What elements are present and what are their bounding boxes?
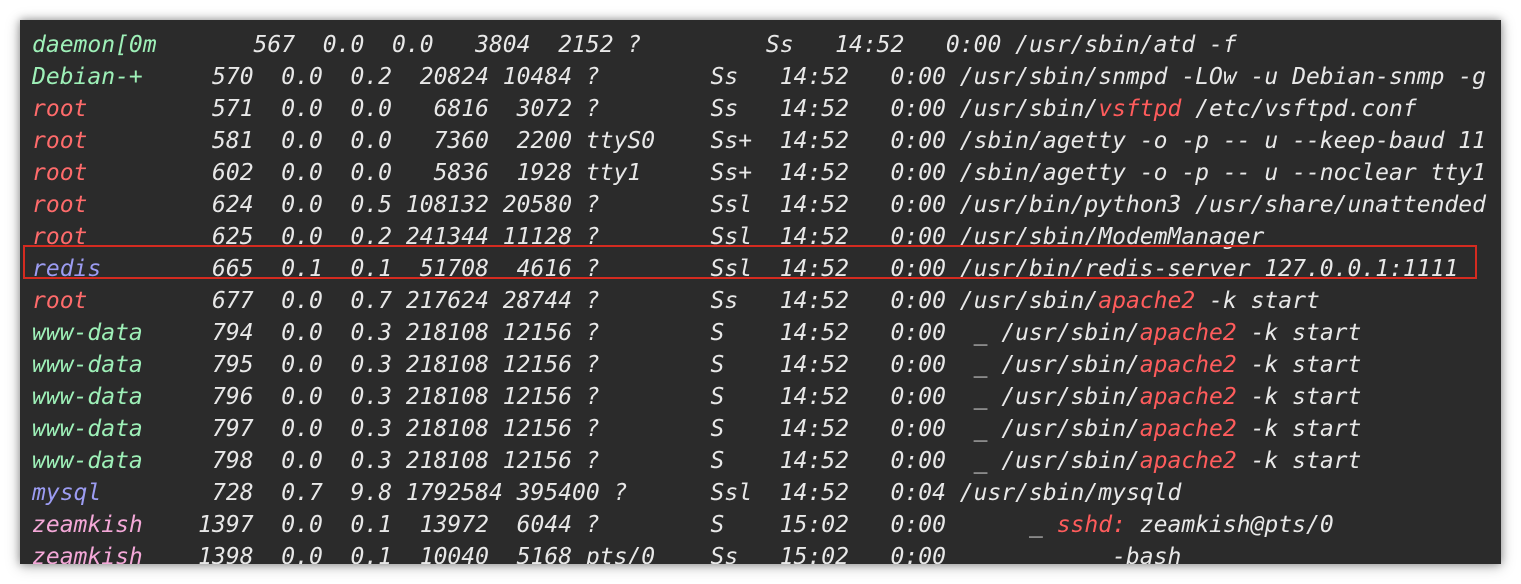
command-highlight: apache2: [1139, 448, 1237, 474]
command-prefix: /usr/sbin/: [1001, 320, 1140, 346]
command-highlight: apache2: [1139, 416, 1237, 442]
process-fields: 794 0.0 0.3 218108 12156 ? S 14:52 0:00 …: [142, 320, 1002, 346]
command-highlight: apache2: [1139, 352, 1237, 378]
process-fields: 795 0.0 0.3 218108 12156 ? S 14:52 0:00 …: [142, 352, 1002, 378]
process-fields: 570 0.0 0.2 20824 10484 ? Ss 14:52 0:00 …: [142, 64, 1486, 90]
process-row: root 602 0.0 0.0 5836 1928 tty1 Ss+ 14:5…: [32, 157, 1486, 189]
process-user: www-data: [32, 352, 143, 378]
process-user: www-data: [32, 448, 143, 474]
process-row: root 581 0.0 0.0 7360 2200 ttyS0 Ss+ 14:…: [32, 125, 1486, 157]
terminal-window[interactable]: daemon[0m 567 0.0 0.0 3804 2152 ? Ss 14:…: [20, 20, 1501, 564]
process-row: www-data 796 0.0 0.3 218108 12156 ? S 14…: [32, 381, 1486, 413]
process-user: root: [32, 128, 88, 154]
process-fields: 1398 0.0 0.1 10040 5168 pts/0 Ss 15:02 0…: [142, 544, 1182, 564]
command-prefix: /usr/sbin/: [959, 96, 1099, 122]
process-row: Debian-+ 570 0.0 0.2 20824 10484 ? Ss 14…: [32, 61, 1486, 93]
process-fields: 797 0.0 0.3 218108 12156 ? S 14:52 0:00 …: [142, 416, 1002, 442]
process-row: www-data 798 0.0 0.3 218108 12156 ? S 14…: [32, 445, 1486, 477]
process-row: root 625 0.0 0.2 241344 11128 ? Ssl 14:5…: [32, 221, 1486, 253]
process-row: redis 665 0.1 0.1 51708 4616 ? Ssl 14:52…: [32, 253, 1486, 285]
process-fields: 581 0.0 0.0 7360 2200 ttyS0 Ss+ 14:52 0:…: [87, 128, 1486, 154]
command-highlight: apache2: [1139, 384, 1237, 410]
process-row: daemon[0m 567 0.0 0.0 3804 2152 ? Ss 14:…: [32, 29, 1486, 61]
command-suffix: -k start: [1236, 384, 1362, 410]
process-row: root 677 0.0 0.7 217624 28744 ? Ss 14:52…: [32, 285, 1486, 317]
command-suffix: -k start: [1236, 320, 1362, 346]
process-row: root 624 0.0 0.5 108132 20580 ? Ssl 14:5…: [32, 189, 1486, 221]
process-fields: 796 0.0 0.3 218108 12156 ? S 14:52 0:00 …: [142, 384, 1002, 410]
command-highlight: vsftpd: [1098, 96, 1182, 122]
process-user: Debian-+: [32, 64, 143, 90]
command-suffix: zeamkish@pts/0: [1125, 512, 1334, 538]
process-user: root: [32, 224, 88, 250]
process-fields: 665 0.1 0.1 51708 4616 ? Ssl 14:52 0:00 …: [101, 256, 1459, 282]
command-prefix: /usr/sbin/: [1001, 384, 1140, 410]
process-user: www-data: [32, 416, 143, 442]
process-row: root 571 0.0 0.0 6816 3072 ? Ss 14:52 0:…: [32, 93, 1486, 125]
process-user: redis: [32, 256, 102, 282]
process-user: root: [32, 192, 88, 218]
process-row: www-data 794 0.0 0.3 218108 12156 ? S 14…: [32, 317, 1486, 349]
process-row: zeamkish 1397 0.0 0.1 13972 6044 ? S 15:…: [32, 509, 1486, 541]
command-highlight: apache2: [1098, 288, 1196, 314]
process-user: www-data: [32, 384, 143, 410]
process-user: zeamkish: [32, 544, 143, 564]
process-row: mysql 728 0.7 9.8 1792584 395400 ? Ssl 1…: [32, 477, 1486, 509]
process-fields: 728 0.7 9.8 1792584 395400 ? Ssl 14:52 0…: [101, 480, 1182, 506]
command-suffix: -k start: [1236, 352, 1362, 378]
process-user: daemon[0m: [32, 32, 157, 58]
process-fields: 602 0.0 0.0 5836 1928 tty1 Ss+ 14:52 0:0…: [87, 160, 1486, 186]
process-row: www-data 795 0.0 0.3 218108 12156 ? S 14…: [32, 349, 1486, 381]
command-prefix: /usr/sbin/: [1001, 416, 1140, 442]
process-fields: 624 0.0 0.5 108132 20580 ? Ssl 14:52 0:0…: [87, 192, 1486, 218]
process-fields: 567 0.0 0.0 3804 2152 ? Ss 14:52 0:00 /u…: [156, 32, 1237, 58]
command-suffix: -k start: [1195, 288, 1320, 314]
process-list: daemon[0m 567 0.0 0.0 3804 2152 ? Ss 14:…: [32, 29, 1486, 564]
command-highlight: sshd:: [1056, 512, 1126, 538]
process-fields: 798 0.0 0.3 218108 12156 ? S 14:52 0:00 …: [142, 448, 1002, 474]
process-user: www-data: [32, 320, 143, 346]
command-highlight: apache2: [1139, 320, 1237, 346]
command-prefix: /usr/sbin/: [1001, 448, 1140, 474]
command-prefix: /usr/sbin/: [1001, 352, 1140, 378]
process-fields: 1397 0.0 0.1 13972 6044 ? S 15:02 0:00 _: [142, 512, 1057, 538]
process-row: www-data 797 0.0 0.3 218108 12156 ? S 14…: [32, 413, 1486, 445]
process-user: zeamkish: [32, 512, 143, 538]
process-user: mysql: [32, 480, 102, 506]
command-prefix: /usr/sbin/: [959, 288, 1099, 314]
command-suffix: -k start: [1236, 416, 1362, 442]
command-suffix: -k start: [1236, 448, 1362, 474]
process-fields: 571 0.0 0.0 6816 3072 ? Ss 14:52 0:00: [87, 96, 960, 122]
process-fields: 677 0.0 0.7 217624 28744 ? Ss 14:52 0:00: [87, 288, 960, 314]
process-row: zeamkish 1398 0.0 0.1 10040 5168 pts/0 S…: [32, 541, 1486, 564]
process-fields: 625 0.0 0.2 241344 11128 ? Ssl 14:52 0:0…: [87, 224, 1265, 250]
process-user: root: [32, 160, 88, 186]
command-suffix: /etc/vsftpd.conf: [1181, 96, 1417, 122]
process-user: root: [32, 96, 88, 122]
process-user: root: [32, 288, 88, 314]
